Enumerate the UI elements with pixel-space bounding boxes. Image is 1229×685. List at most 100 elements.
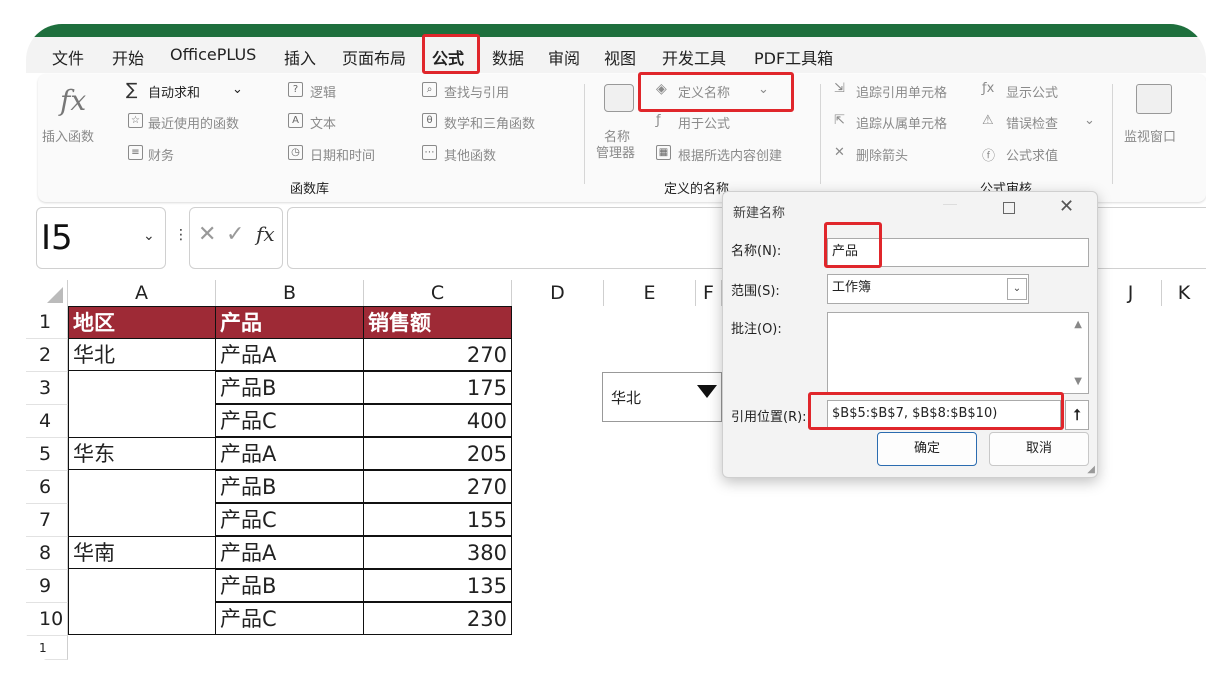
watch-window-button[interactable]: 监视窗口 — [1122, 82, 1188, 162]
column-header[interactable]: E — [604, 280, 696, 306]
row-header[interactable]: 8 — [26, 537, 68, 570]
resize-grip-icon[interactable]: ◢ — [1087, 464, 1095, 475]
table-cell[interactable]: 380 — [363, 536, 512, 569]
tab-home[interactable]: 开始 — [112, 45, 144, 69]
table-cell[interactable] — [68, 503, 216, 536]
insert-function-button[interactable]: fx 插入函数 — [42, 82, 102, 152]
show-formulas-button[interactable]: 显示公式 — [1006, 82, 1058, 101]
table-cell[interactable]: 产品A — [215, 437, 364, 470]
table-cell[interactable]: 华南 — [68, 536, 216, 569]
tab-developer[interactable]: 开发工具 — [662, 45, 726, 69]
table-cell[interactable] — [68, 569, 216, 602]
table-cell[interactable]: 华东 — [68, 437, 216, 470]
table-cell[interactable]: 产品B — [215, 371, 364, 404]
comment-textarea[interactable]: ▲ ▼ — [827, 312, 1089, 394]
table-cell[interactable]: 270 — [363, 470, 512, 503]
table-cell[interactable]: 产品B — [215, 470, 364, 503]
error-checking-chevron-icon[interactable]: ⌄ — [1084, 113, 1095, 128]
column-header[interactable]: F — [696, 280, 722, 306]
name-box[interactable]: I5 ⌄ — [36, 207, 166, 269]
column-header[interactable]: D — [512, 280, 604, 306]
table-cell[interactable]: 产品A — [215, 338, 364, 371]
table-cell[interactable] — [68, 404, 216, 437]
error-checking-button[interactable]: 错误检查 — [1006, 113, 1058, 132]
table-cell[interactable]: 产品C — [215, 602, 364, 635]
maximize-icon[interactable] — [1003, 202, 1015, 214]
column-header[interactable]: C — [364, 280, 512, 306]
row-header[interactable]: 3 — [26, 372, 68, 405]
tab-officeplus[interactable]: OfficePLUS — [170, 45, 256, 64]
column-header[interactable]: B — [216, 280, 364, 306]
datetime-button[interactable]: 日期和时间 — [310, 145, 375, 164]
dropdown-arrow-icon[interactable] — [697, 385, 717, 398]
trace-dependents-button[interactable]: 追踪从属单元格 — [856, 113, 947, 132]
chevron-down-icon[interactable]: ⌄ — [232, 82, 243, 97]
chevron-down-icon[interactable]: ⌄ — [143, 228, 155, 244]
row-header[interactable]: 2 — [26, 339, 68, 372]
ok-button[interactable]: 确定 — [877, 432, 977, 466]
table-cell[interactable]: 产品B — [215, 569, 364, 602]
row-header[interactable]: 1 — [26, 306, 68, 339]
remove-arrows-button[interactable]: 删除箭头 — [856, 145, 908, 164]
cancel-button[interactable]: 取消 — [989, 432, 1089, 466]
select-all-corner[interactable] — [26, 280, 68, 306]
row-header[interactable]: 10 — [26, 603, 68, 636]
table-cell[interactable]: 175 — [363, 371, 512, 404]
tab-page-layout[interactable]: 页面布局 — [342, 45, 406, 69]
row-header[interactable]: 9 — [26, 570, 68, 603]
table-cell[interactable]: 205 — [363, 437, 512, 470]
column-header[interactable]: K — [1162, 280, 1206, 306]
finance-button[interactable]: 财务 — [148, 145, 174, 164]
table-cell[interactable]: 270 — [363, 338, 512, 371]
create-from-selection-button[interactable]: 根据所选内容创建 — [678, 145, 782, 164]
recent-functions-button[interactable]: 最近使用的函数 — [148, 113, 239, 132]
lookup-button[interactable]: 查找与引用 — [444, 82, 509, 101]
row-header[interactable]: 7 — [26, 504, 68, 537]
table-cell[interactable]: 400 — [363, 404, 512, 437]
use-in-formula-button[interactable]: 用于公式 — [678, 113, 730, 132]
evaluate-formula-button[interactable]: 公式求值 — [1006, 145, 1058, 164]
table-header-product[interactable]: 产品 — [215, 306, 364, 339]
cancel-icon[interactable]: ✕ — [198, 222, 216, 247]
trace-precedents-button[interactable]: 追踪引用单元格 — [856, 82, 947, 101]
row-header[interactable]: 6 — [26, 471, 68, 504]
fx-icon[interactable]: fx — [256, 222, 275, 246]
scroll-down-icon[interactable]: ▼ — [1074, 376, 1082, 387]
confirm-icon[interactable]: ✓ — [226, 222, 244, 247]
collapse-dialog-icon[interactable]: ⭡ — [1065, 400, 1089, 430]
table-cell[interactable]: 155 — [363, 503, 512, 536]
column-header[interactable]: A — [68, 280, 216, 306]
table-cell[interactable] — [68, 602, 216, 635]
row-header[interactable]: 1 — [26, 636, 68, 660]
table-cell[interactable]: 产品C — [215, 404, 364, 437]
scroll-up-icon[interactable]: ▲ — [1074, 319, 1082, 330]
text-button[interactable]: 文本 — [310, 113, 336, 132]
table-cell[interactable] — [68, 470, 216, 503]
logic-button[interactable]: 逻辑 — [310, 82, 336, 101]
minimize-icon[interactable] — [943, 204, 957, 205]
tab-file[interactable]: 文件 — [52, 45, 84, 69]
math-button[interactable]: 数学和三角函数 — [444, 113, 535, 132]
table-cell[interactable]: 产品A — [215, 536, 364, 569]
table-cell[interactable]: 产品C — [215, 503, 364, 536]
region-dropdown[interactable]: 华北 — [602, 372, 722, 422]
table-cell[interactable]: 135 — [363, 569, 512, 602]
tab-data[interactable]: 数据 — [492, 45, 524, 69]
autosum-button[interactable]: 自动求和 — [148, 82, 200, 101]
row-header[interactable]: 5 — [26, 438, 68, 471]
table-header-region[interactable]: 地区 — [68, 306, 216, 339]
column-header[interactable]: J — [1100, 280, 1162, 306]
tab-pdf-tools[interactable]: PDF工具箱 — [754, 45, 833, 69]
table-cell[interactable]: 华北 — [68, 338, 216, 371]
row-header[interactable]: 4 — [26, 405, 68, 438]
table-cell[interactable]: 230 — [363, 602, 512, 635]
close-icon[interactable]: ✕ — [1059, 196, 1074, 217]
chevron-down-icon[interactable]: ⌄ — [1007, 278, 1027, 300]
table-header-sales[interactable]: 销售额 — [363, 306, 512, 339]
tab-view[interactable]: 视图 — [604, 45, 636, 69]
other-functions-button[interactable]: 其他函数 — [444, 145, 496, 164]
table-cell[interactable] — [68, 371, 216, 404]
scope-select[interactable]: 工作簿 — [827, 274, 1029, 304]
tab-insert[interactable]: 插入 — [284, 45, 316, 69]
tab-review[interactable]: 审阅 — [548, 45, 580, 69]
